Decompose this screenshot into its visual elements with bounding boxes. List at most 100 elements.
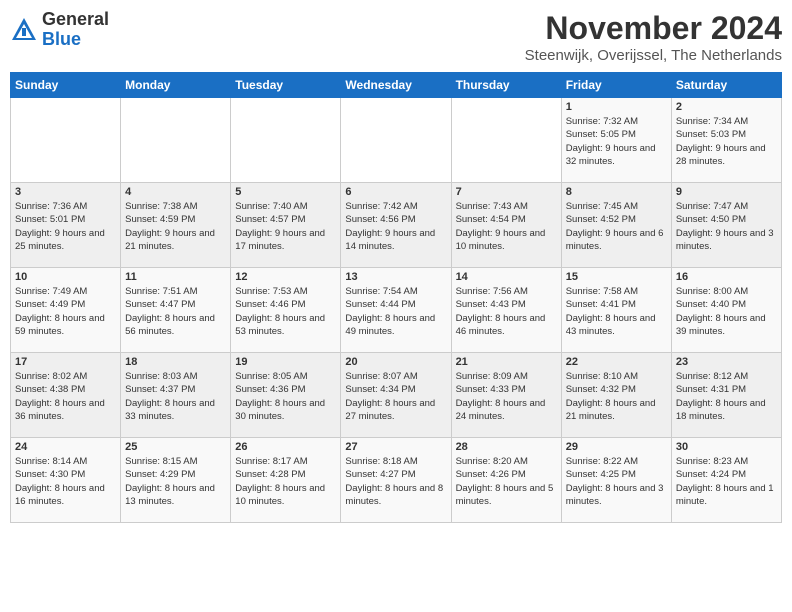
day-number: 24 (15, 441, 116, 453)
calendar-cell: 24 Sunrise: 8:14 AM Sunset: 4:30 PM Dayli… (11, 438, 121, 523)
logo-text: General Blue (42, 10, 109, 50)
day-info: Sunrise: 7:49 AM Sunset: 4:49 PM Dayligh… (15, 285, 116, 338)
day-number: 18 (125, 356, 226, 368)
calendar-cell: 16Sunrise: 8:00 AM Sunset: 4:40 PM Dayli… (671, 268, 781, 353)
calendar-cell (231, 98, 341, 183)
calendar-cell: 12 Sunrise: 7:53 AM Sunset: 4:46 PM Dayli… (231, 268, 341, 353)
day-info: Sunrise: 7:58 AM Sunset: 4:41 PM Dayligh… (566, 285, 667, 338)
calendar-cell: 30 Sunrise: 8:23 AM Sunset: 4:24 PM Dayli… (671, 438, 781, 523)
day-number: 16 (676, 271, 777, 283)
day-number: 13 (345, 271, 446, 283)
day-info: Sunrise: 7:42 AM Sunset: 4:56 PM Dayligh… (345, 200, 446, 253)
day-info: Sunrise: 7:53 AM Sunset: 4:46 PM Dayligh… (235, 285, 336, 338)
day-info: Sunrise: 8:17 AM Sunset: 4:28 PM Dayligh… (235, 455, 336, 508)
day-number: 21 (456, 356, 557, 368)
calendar-cell: 2 Sunrise: 7:34 AM Sunset: 5:03 PM Daylig… (671, 98, 781, 183)
day-info: Sunrise: 8:10 AM Sunset: 4:32 PM Dayligh… (566, 370, 667, 423)
calendar-title: November 2024 (525, 10, 782, 47)
calendar-cell (121, 98, 231, 183)
logo-blue: Blue (42, 29, 81, 49)
logo-icon (10, 16, 38, 44)
day-info: Sunrise: 7:51 AM Sunset: 4:47 PM Dayligh… (125, 285, 226, 338)
day-info: Sunrise: 8:09 AM Sunset: 4:33 PM Dayligh… (456, 370, 557, 423)
calendar-cell: 4Sunrise: 7:38 AM Sunset: 4:59 PM Daylig… (121, 183, 231, 268)
day-info: Sunrise: 7:43 AM Sunset: 4:54 PM Dayligh… (456, 200, 557, 253)
calendar-cell: 6 Sunrise: 7:42 AM Sunset: 4:56 PM Daylig… (341, 183, 451, 268)
calendar-week-row: 3Sunrise: 7:36 AM Sunset: 5:01 PM Daylig… (11, 183, 782, 268)
calendar-week-row: 1 Sunrise: 7:32 AM Sunset: 5:05 PM Daylig… (11, 98, 782, 183)
day-number: 4 (125, 186, 226, 198)
calendar-cell (11, 98, 121, 183)
calendar-cell: 5 Sunrise: 7:40 AM Sunset: 4:57 PM Daylig… (231, 183, 341, 268)
day-info: Sunrise: 8:14 AM Sunset: 4:30 PM Dayligh… (15, 455, 116, 508)
header-thursday: Thursday (451, 73, 561, 98)
calendar-cell: 26 Sunrise: 8:17 AM Sunset: 4:28 PM Dayli… (231, 438, 341, 523)
day-info: Sunrise: 8:12 AM Sunset: 4:31 PM Dayligh… (676, 370, 777, 423)
day-info: Sunrise: 8:15 AM Sunset: 4:29 PM Dayligh… (125, 455, 226, 508)
day-number: 6 (345, 186, 446, 198)
day-number: 5 (235, 186, 336, 198)
day-number: 20 (345, 356, 446, 368)
day-info: Sunrise: 8:20 AM Sunset: 4:26 PM Dayligh… (456, 455, 557, 508)
day-info: Sunrise: 7:47 AM Sunset: 4:50 PM Dayligh… (676, 200, 777, 253)
day-number: 28 (456, 441, 557, 453)
day-number: 1 (566, 101, 667, 113)
calendar-cell: 17Sunrise: 8:02 AM Sunset: 4:38 PM Dayli… (11, 353, 121, 438)
day-number: 10 (15, 271, 116, 283)
calendar-week-row: 17Sunrise: 8:02 AM Sunset: 4:38 PM Dayli… (11, 353, 782, 438)
header-saturday: Saturday (671, 73, 781, 98)
day-number: 9 (676, 186, 777, 198)
day-number: 30 (676, 441, 777, 453)
day-info: Sunrise: 8:03 AM Sunset: 4:37 PM Dayligh… (125, 370, 226, 423)
day-number: 14 (456, 271, 557, 283)
day-number: 15 (566, 271, 667, 283)
day-info: Sunrise: 7:32 AM Sunset: 5:05 PM Dayligh… (566, 115, 667, 168)
calendar-cell: 25Sunrise: 8:15 AM Sunset: 4:29 PM Dayli… (121, 438, 231, 523)
calendar-cell: 8 Sunrise: 7:45 AM Sunset: 4:52 PM Daylig… (561, 183, 671, 268)
calendar-cell: 22Sunrise: 8:10 AM Sunset: 4:32 PM Dayli… (561, 353, 671, 438)
day-info: Sunrise: 7:45 AM Sunset: 4:52 PM Dayligh… (566, 200, 667, 253)
calendar-table: SundayMondayTuesdayWednesdayThursdayFrid… (10, 72, 782, 523)
title-block: November 2024 Steenwijk, Overijssel, The… (525, 10, 782, 64)
calendar-week-row: 24 Sunrise: 8:14 AM Sunset: 4:30 PM Dayli… (11, 438, 782, 523)
calendar-cell (451, 98, 561, 183)
day-number: 2 (676, 101, 777, 113)
day-info: Sunrise: 8:22 AM Sunset: 4:25 PM Dayligh… (566, 455, 667, 508)
header-wednesday: Wednesday (341, 73, 451, 98)
header-monday: Monday (121, 73, 231, 98)
calendar-cell: 28 Sunrise: 8:20 AM Sunset: 4:26 PM Dayli… (451, 438, 561, 523)
calendar-cell (341, 98, 451, 183)
calendar-cell: 10 Sunrise: 7:49 AM Sunset: 4:49 PM Dayli… (11, 268, 121, 353)
day-number: 8 (566, 186, 667, 198)
logo: General Blue (10, 10, 109, 50)
logo-general: General (42, 9, 109, 29)
day-info: Sunrise: 7:56 AM Sunset: 4:43 PM Dayligh… (456, 285, 557, 338)
day-info: Sunrise: 8:23 AM Sunset: 4:24 PM Dayligh… (676, 455, 777, 508)
calendar-header-row: SundayMondayTuesdayWednesdayThursdayFrid… (11, 73, 782, 98)
header-sunday: Sunday (11, 73, 121, 98)
calendar-cell: 3Sunrise: 7:36 AM Sunset: 5:01 PM Daylig… (11, 183, 121, 268)
day-number: 17 (15, 356, 116, 368)
day-info: Sunrise: 8:05 AM Sunset: 4:36 PM Dayligh… (235, 370, 336, 423)
calendar-week-row: 10 Sunrise: 7:49 AM Sunset: 4:49 PM Dayli… (11, 268, 782, 353)
calendar-cell: 1 Sunrise: 7:32 AM Sunset: 5:05 PM Daylig… (561, 98, 671, 183)
calendar-cell: 23Sunrise: 8:12 AM Sunset: 4:31 PM Dayli… (671, 353, 781, 438)
day-number: 11 (125, 271, 226, 283)
calendar-cell: 29Sunrise: 8:22 AM Sunset: 4:25 PM Dayli… (561, 438, 671, 523)
calendar-cell: 11 Sunrise: 7:51 AM Sunset: 4:47 PM Dayli… (121, 268, 231, 353)
day-info: Sunrise: 7:40 AM Sunset: 4:57 PM Dayligh… (235, 200, 336, 253)
calendar-cell: 20 Sunrise: 8:07 AM Sunset: 4:34 PM Dayli… (341, 353, 451, 438)
day-number: 7 (456, 186, 557, 198)
header-tuesday: Tuesday (231, 73, 341, 98)
calendar-subtitle: Steenwijk, Overijssel, The Netherlands (525, 47, 782, 64)
day-number: 27 (345, 441, 446, 453)
header-friday: Friday (561, 73, 671, 98)
calendar-cell: 13Sunrise: 7:54 AM Sunset: 4:44 PM Dayli… (341, 268, 451, 353)
day-number: 26 (235, 441, 336, 453)
day-number: 12 (235, 271, 336, 283)
day-number: 19 (235, 356, 336, 368)
day-info: Sunrise: 7:34 AM Sunset: 5:03 PM Dayligh… (676, 115, 777, 168)
day-info: Sunrise: 8:18 AM Sunset: 4:27 PM Dayligh… (345, 455, 446, 508)
day-info: Sunrise: 8:07 AM Sunset: 4:34 PM Dayligh… (345, 370, 446, 423)
day-number: 3 (15, 186, 116, 198)
